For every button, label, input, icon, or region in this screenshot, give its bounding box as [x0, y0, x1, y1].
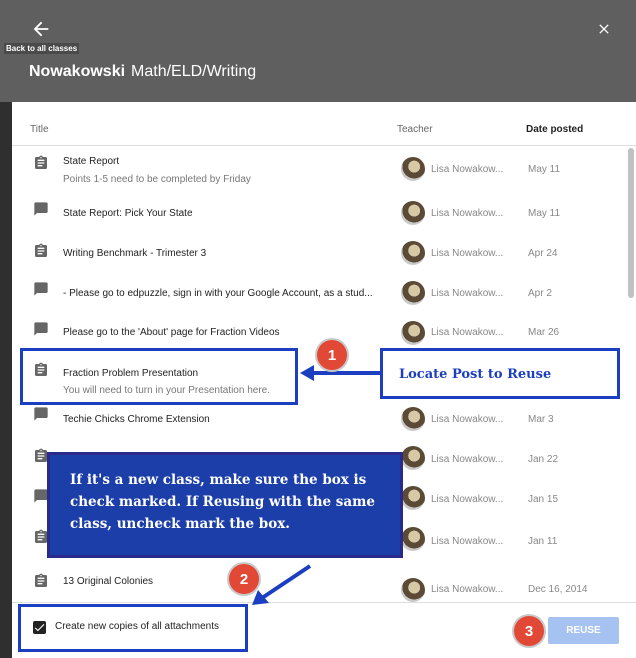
annotation-arrows: [252, 365, 380, 605]
arrow-to-checkbox: [252, 564, 312, 605]
step-badge-2: 2: [229, 564, 259, 594]
step-badge-3: 3: [514, 616, 544, 646]
step-badge-1: 1: [317, 340, 347, 370]
